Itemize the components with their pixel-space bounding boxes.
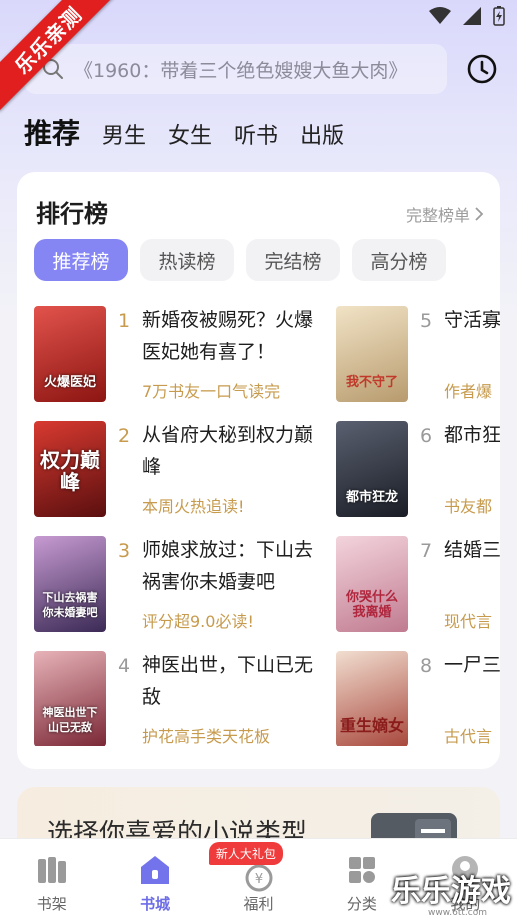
chevron-right-icon <box>475 207 484 221</box>
nav-bookstore[interactable]: 书城 <box>103 839 206 920</box>
book-cover[interactable]: 下山去祸害你未婚妻吧 <box>34 536 106 632</box>
battery-icon <box>493 6 505 26</box>
book-tag: 7万书友一口气读完 <box>142 382 281 401</box>
signal-icon <box>463 7 481 25</box>
ranking-title: 排行榜 <box>36 200 108 228</box>
category-icon <box>348 857 375 883</box>
book-title: 结婚三我离婚 <box>444 539 500 561</box>
rank-number: 4 <box>117 655 131 677</box>
book-title: 新婚夜被赐死？火爆医妃她有喜了！ <box>142 309 314 363</box>
nav-bookshelf[interactable]: 书架 <box>0 839 103 920</box>
full-ranking-link[interactable]: 完整榜单 <box>406 202 484 226</box>
book-cover[interactable]: 神医出世下山已无敌 <box>34 651 106 746</box>
top-tabs: 推荐 男生 女生 听书 出版 <box>24 112 344 152</box>
book-cover[interactable]: 你哭什么我离婚 <box>336 536 408 632</box>
book-title: 都市狂 <box>444 424 500 446</box>
book-tag: 作者爆 <box>444 382 493 401</box>
tab-publish[interactable]: 出版 <box>300 118 344 150</box>
rank-number: 8 <box>419 655 433 677</box>
rank-number: 1 <box>117 310 131 332</box>
status-icons <box>429 6 505 26</box>
search-placeholder: 《1960：带着三个绝色嫂嫂大鱼大肉》 <box>74 59 408 82</box>
ranking-tab-finished[interactable]: 完结榜 <box>246 239 340 281</box>
rank-number: 3 <box>117 540 131 562</box>
welfare-badge: 新人大礼包 <box>208 842 283 865</box>
book-cover[interactable]: 火爆医妃 <box>34 306 106 402</box>
book-tag: 古代言 <box>444 727 493 746</box>
site-watermark: 乐乐游戏 <box>391 874 511 909</box>
history-clock-icon[interactable] <box>467 54 497 84</box>
book-cover[interactable]: 重生嫡女 <box>336 651 408 746</box>
search-row: 《1960：带着三个绝色嫂嫂大鱼大肉》 <box>24 44 501 94</box>
book-tag: 书友都 <box>444 497 493 516</box>
nav-label: 福利 <box>243 895 274 913</box>
book-title: 从省府大秘到权力巅峰 <box>142 424 314 478</box>
ranking-tab-recommend[interactable]: 推荐榜 <box>34 239 128 281</box>
full-ranking-label: 完整榜单 <box>405 206 470 225</box>
welfare-icon: ¥ <box>245 864 273 892</box>
nav-welfare[interactable]: 新人大礼包 ¥ 福利 <box>207 839 310 920</box>
svg-text:¥: ¥ <box>254 872 262 887</box>
tab-audiobook[interactable]: 听书 <box>234 118 278 150</box>
book-cover[interactable]: 我不守了 <box>336 306 408 402</box>
tab-male[interactable]: 男生 <box>102 118 146 150</box>
nav-label: 书架 <box>36 895 67 913</box>
bookshelf-icon <box>37 857 66 883</box>
book-item[interactable]: 权力巅峰 2 从省府大秘到权力巅峰本周火热追读! <box>34 421 334 517</box>
tab-female[interactable]: 女生 <box>168 118 212 150</box>
book-title: 神医出世，下山已无敌 <box>142 654 314 708</box>
book-item[interactable]: 你哭什么我离婚 7 结婚三我离婚现代言 <box>336 536 500 632</box>
book-item[interactable]: 我不守了 5 守活寡区离婚作者爆 <box>336 306 500 402</box>
book-title: 一尸三生嫡女 <box>444 654 500 676</box>
rank-number: 6 <box>419 425 433 447</box>
nav-label: 分类 <box>346 895 377 913</box>
book-item[interactable]: 火爆医妃 1 新婚夜被赐死？火爆医妃她有喜了！ 7万书友一口气读完 <box>34 306 334 402</box>
ranking-book-list: 火爆医妃 1 新婚夜被赐死？火爆医妃她有喜了！ 7万书友一口气读完 权力巅峰 2 … <box>34 306 500 746</box>
wifi-icon <box>429 7 451 24</box>
rank-number: 7 <box>419 540 433 562</box>
book-tag: 评分超9.0必读! <box>142 612 254 631</box>
book-tag: 护花高手类天花板 <box>142 727 271 746</box>
book-item[interactable]: 神医出世下山已无敌 4 神医出世，下山已无敌护花高手类天花板 <box>34 651 334 746</box>
book-cover[interactable]: 权力巅峰 <box>34 421 106 517</box>
rank-number: 5 <box>419 310 433 332</box>
site-watermark-url: www.6tt.com <box>428 908 487 918</box>
book-cover[interactable]: 都市狂龙 <box>336 421 408 517</box>
tab-recommend[interactable]: 推荐 <box>24 112 80 152</box>
nav-label: 书城 <box>140 895 171 913</box>
book-title: 守活寡区离婚 <box>444 309 500 331</box>
search-input[interactable]: 《1960：带着三个绝色嫂嫂大鱼大肉》 <box>24 44 447 94</box>
book-tag: 现代言 <box>444 612 493 631</box>
ranking-tab-high-score[interactable]: 高分榜 <box>352 239 446 281</box>
book-item[interactable]: 重生嫡女 8 一尸三生嫡女古代言 <box>336 651 500 746</box>
book-item[interactable]: 下山去祸害你未婚妻吧 3 师娘求放过：下山去祸害你未婚妻吧评分超9.0必读! <box>34 536 334 632</box>
ranking-tabs: 推荐榜 热读榜 完结榜 高分榜 <box>34 239 446 281</box>
bookstore-icon <box>141 856 170 884</box>
book-tag: 本周火热追读! <box>142 497 245 516</box>
book-title: 师娘求放过：下山去祸害你未婚妻吧 <box>142 539 314 593</box>
rank-number: 2 <box>117 425 131 447</box>
ranking-card: 排行榜 完整榜单 推荐榜 热读榜 完结榜 高分榜 火爆医妃 1 新婚夜被赐死？火… <box>17 172 500 769</box>
ranking-tab-hot[interactable]: 热读榜 <box>140 239 234 281</box>
book-item[interactable]: 都市狂龙 6 都市狂书友都 <box>336 421 500 517</box>
